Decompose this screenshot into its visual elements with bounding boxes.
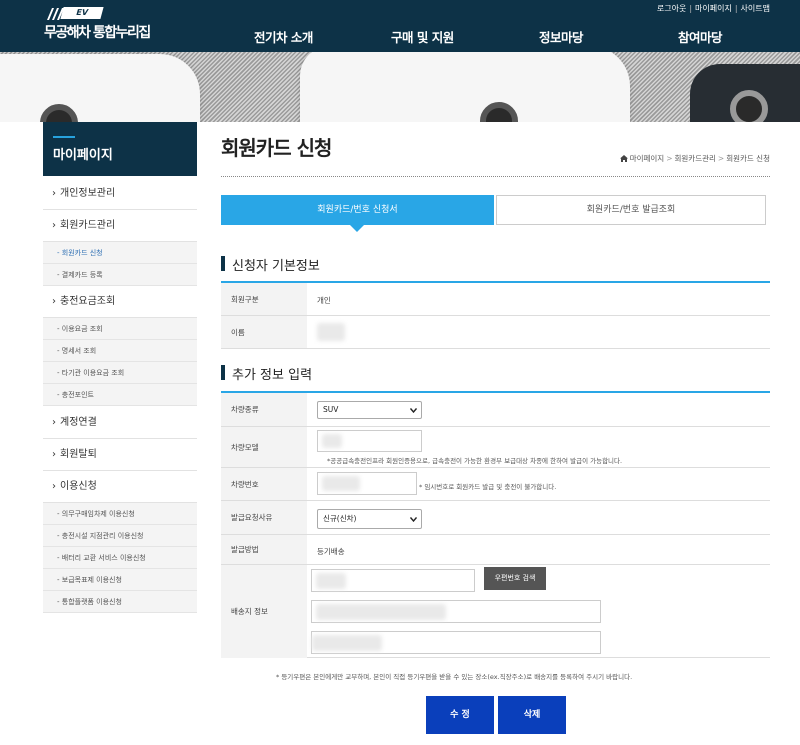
car-image [0,54,200,122]
sidebar-subitem-charger-branch[interactable]: - 충전시설 지점관리 이용신청 [43,525,197,547]
table-row: 발급방법 등기배송 [221,535,770,565]
name-label: 이름 [221,316,307,348]
vehicle-model-note: *공공급속충전인프라 회원인증용으로, 급속충전이 가능한 환경부 보급대상 차… [327,457,623,465]
site-header: EV 무공해차 통합누리집 로그아웃 | 마이페이지 | 사이트맵 전기차 소개 구매 … [0,0,800,52]
sidebar-subitem-target-system[interactable]: - 보급목표제 이용신청 [43,569,197,591]
sidebar-item-account-link[interactable]: 계정연결 [43,406,197,439]
sidebar-subitem-payment-card[interactable]: - 결제카드 등록 [43,264,197,286]
logo-text: 무공해차 통합누리집 [44,25,151,41]
delivery-notice: * 등기우편은 본인에게만 교부하며, 본인이 직접 등기우편을 받을 수 있는… [276,673,633,681]
name-value-redacted [317,323,345,341]
chevron-down-icon [410,517,417,522]
nav-info[interactable]: 정보마당 [539,27,584,46]
logo-ev-badge: EV [60,7,104,19]
sidebar-item-withdraw[interactable]: 회원탈퇴 [43,439,197,471]
title-divider [221,176,770,177]
table-row: 차량종류 SUV [221,393,770,427]
utility-links: 로그아웃 | 마이페이지 | 사이트맵 [656,4,770,13]
logout-link[interactable]: 로그아웃 [657,4,686,13]
vehicle-number-value-redacted [322,476,360,491]
delete-button[interactable]: 삭제 [498,696,566,734]
breadcrumb-item[interactable]: 회원카드 신청 [726,154,770,163]
sidebar-item-charge-fee[interactable]: 충전요금조회 [43,286,197,318]
vehicle-number-label: 차량번호 [221,468,307,500]
address-value-redacted [316,604,446,620]
table-row: 차량모델 *공공급속충전인프라 회원인증용으로, 급속충전이 가능한 환경부 보… [221,427,770,468]
table-row: 발급요청사유 신규(신차) [221,501,770,535]
address-input[interactable] [311,600,601,623]
nav-purchase-support[interactable]: 구매 및 지원 [391,27,454,46]
vehicle-type-label: 차량종류 [221,393,307,426]
issue-reason-select[interactable]: 신규(신차) [317,509,422,529]
section-heading-basic-info: 신청자 기본정보 [221,255,320,274]
sidebar-subitem-other-org-fee[interactable]: - 타기관 이용요금 조회 [43,362,197,384]
address-label: 배송지 정보 [221,565,307,658]
member-type-label: 회원구분 [221,283,307,315]
nav-participation[interactable]: 참여마당 [678,27,723,46]
mypage-link[interactable]: 마이페이지 [695,4,732,13]
home-icon[interactable] [619,155,628,162]
breadcrumb-item[interactable]: 마이페이지 [630,154,665,163]
basic-info-table: 회원구분 개인 이름 [221,281,770,349]
extra-info-table: 차량종류 SUV 차량모델 *공공급속충전인프라 회원인증용으로, 급속충전이 … [221,391,770,658]
issue-method-label: 발급방법 [221,535,307,564]
site-logo[interactable]: EV 무공해차 통합누리집 [44,7,159,44]
sidebar-item-personal-info[interactable]: 개인정보관리 [43,178,197,210]
tab-card-application[interactable]: 회원카드/번호 신청서 [221,195,494,232]
vehicle-number-input[interactable] [317,472,417,495]
section-heading-extra-info: 추가 정보 입력 [221,364,312,383]
sidebar-subitem-fee-inquiry[interactable]: - 이용요금 조회 [43,318,197,340]
sidebar-title: 마이페이지 [43,122,197,176]
table-row: 차량번호 * 임시번호로 회원카드 발급 및 충전이 불가합니다. [221,468,770,501]
zipcode-value-redacted [316,573,346,589]
sidebar-subitem-lease-apply[interactable]: - 의무구매임차제 이용신청 [43,503,197,525]
issue-method-value: 등기배송 [317,547,345,556]
sidebar-item-service-apply[interactable]: 이용신청 [43,471,197,503]
zipcode-input[interactable] [311,569,475,592]
chevron-down-icon [410,408,417,413]
breadcrumb: 마이페이지 > 회원카드관리 > 회원카드 신청 [619,153,770,164]
table-row: 이름 [221,316,770,349]
breadcrumb-item[interactable]: 회원카드관리 [675,154,716,163]
member-type-value: 개인 [317,296,331,305]
vehicle-model-label: 차량모델 [221,427,307,467]
sidebar-subitem-statement[interactable]: - 명세서 조회 [43,340,197,362]
sitemap-link[interactable]: 사이트맵 [741,4,770,13]
zipcode-search-button[interactable]: 우편번호 검색 [484,567,546,590]
car-wheel [730,90,768,122]
sidebar-subitem-charge-point[interactable]: - 충전포인트 [43,384,197,406]
car-image [300,52,630,122]
tab-card-issue-status[interactable]: 회원카드/번호 발급조회 [496,195,766,225]
issue-reason-label: 발급요청사유 [221,501,307,534]
sidebar-item-member-card[interactable]: 회원카드관리 [43,210,197,242]
vehicle-number-note: * 임시번호로 회원카드 발급 및 충전이 불가합니다. [419,483,557,491]
address-detail-value-redacted [312,635,382,651]
sidebar-subitem-platform[interactable]: - 통합플랫폼 이용신청 [43,591,197,613]
hero-banner-image [0,52,800,122]
address-detail-input[interactable] [311,631,601,654]
vehicle-model-input[interactable] [317,430,422,452]
table-row: 회원구분 개인 [221,283,770,316]
sidebar-subitem-battery-swap[interactable]: - 배터리 교환 서비스 이용신청 [43,547,197,569]
sidebar-subitem-card-apply[interactable]: - 회원카드 신청 [43,242,197,264]
page-title: 회원카드 신청 [221,136,332,160]
vehicle-type-select[interactable]: SUV [317,401,422,419]
edit-button[interactable]: 수 정 [426,696,494,734]
vehicle-model-value-redacted [322,434,342,448]
nav-ev-intro[interactable]: 전기차 소개 [254,27,313,46]
